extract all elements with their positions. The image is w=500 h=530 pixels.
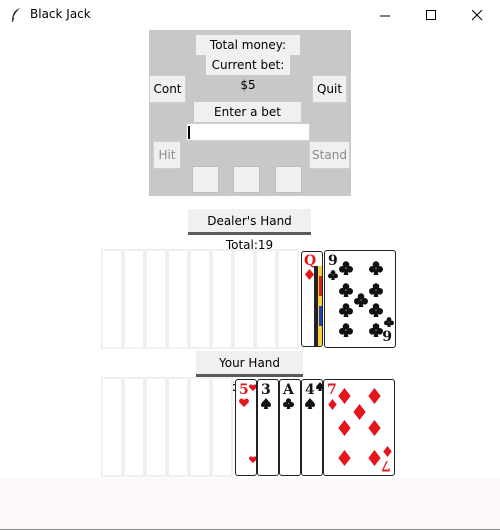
club-icon (339, 283, 353, 297)
empty-card-slot (167, 249, 189, 349)
empty-card-slot (145, 377, 167, 477)
card-ace-of-clubs: A (279, 379, 301, 476)
diamond-icon (338, 450, 351, 466)
diamond-icon (368, 388, 381, 404)
card-three-of-spades: 3 (257, 379, 279, 476)
card-rank-bottom: 7 (381, 457, 391, 473)
card-rank: 7 (327, 382, 337, 398)
diamond-icon (305, 269, 314, 280)
spade-icon (305, 398, 315, 409)
card-nine-of-clubs: 9 9 (324, 250, 396, 348)
club-icon (283, 398, 294, 409)
status-strip (0, 478, 500, 530)
empty-card-slot (101, 249, 123, 349)
empty-card-slot (123, 249, 145, 349)
card-rank: 3 (261, 382, 271, 398)
minimize-button[interactable] (362, 0, 408, 30)
window-title: Black Jack (30, 7, 91, 21)
blank-button-3[interactable] (275, 166, 302, 193)
club-icon (354, 293, 368, 307)
card-rank: 9 (328, 253, 338, 269)
maximize-icon (425, 9, 436, 20)
empty-card-slot (167, 377, 189, 477)
card-rank: 5 (239, 382, 249, 398)
empty-card-slot (145, 249, 167, 349)
close-icon (471, 9, 482, 20)
empty-card-slot (233, 249, 255, 349)
diamond-icon (368, 420, 381, 436)
club-icon (339, 323, 353, 337)
feather-icon (11, 8, 20, 23)
diamond-icon (383, 446, 392, 457)
club-icon (369, 323, 383, 337)
diamond-icon (368, 450, 381, 466)
bet-amount-input[interactable] (186, 123, 310, 141)
club-icon (369, 303, 383, 317)
total-money-label: Total money: $485 (196, 35, 300, 72)
card-five-of-hearts: 5 (235, 379, 257, 476)
title-bar: Black Jack (0, 0, 500, 30)
quit-button[interactable]: Quit (312, 75, 347, 103)
card-rank: A (283, 382, 294, 398)
text-cursor (188, 126, 190, 139)
diamond-icon (338, 420, 351, 436)
player-total-label: Your Hand Total:20 (196, 351, 303, 394)
empty-card-slot (189, 249, 211, 349)
spade-icon (316, 382, 322, 391)
club-icon (339, 261, 353, 275)
club-icon (339, 303, 353, 317)
heart-icon (239, 398, 249, 407)
empty-card-slot (101, 377, 123, 477)
diamond-icon (338, 388, 351, 404)
card-four-of-spades: 4 (301, 379, 323, 476)
diamond-icon (328, 399, 337, 410)
club-icon (328, 270, 338, 280)
empty-card-slot (123, 377, 145, 477)
spade-icon (261, 398, 271, 409)
dealer-total-label: Dealer's Hand Total:19 (188, 209, 311, 252)
empty-card-slot (211, 377, 233, 477)
stand-button[interactable]: Stand (309, 141, 350, 169)
empty-card-slot (211, 249, 233, 349)
card-rank-bottom: 9 (382, 329, 392, 345)
card-rank: 4 (305, 382, 315, 398)
card-queen-of-diamonds: Q (301, 251, 323, 347)
close-button[interactable] (454, 0, 500, 30)
empty-card-slot (277, 249, 299, 349)
heart-icon (249, 384, 256, 391)
empty-card-slot (189, 377, 211, 477)
club-icon (369, 261, 383, 275)
hit-button[interactable]: Hit (153, 141, 181, 169)
minimize-icon (379, 15, 390, 16)
card-seven-of-diamonds: 7 7 (323, 379, 395, 476)
heart-icon (249, 456, 256, 463)
blank-button-1[interactable] (192, 166, 219, 193)
empty-card-slot (255, 249, 277, 349)
maximize-button[interactable] (408, 0, 454, 30)
queen-artwork-icon (314, 266, 322, 346)
blank-button-2[interactable] (233, 166, 260, 193)
club-icon (384, 317, 394, 327)
bet-prompt-label: Enter a bet amount (194, 102, 301, 139)
diamond-icon (353, 404, 366, 420)
current-bet-label: Current bet: $5 (206, 55, 290, 92)
club-icon (369, 283, 383, 297)
cont-button[interactable]: Cont (149, 75, 186, 103)
